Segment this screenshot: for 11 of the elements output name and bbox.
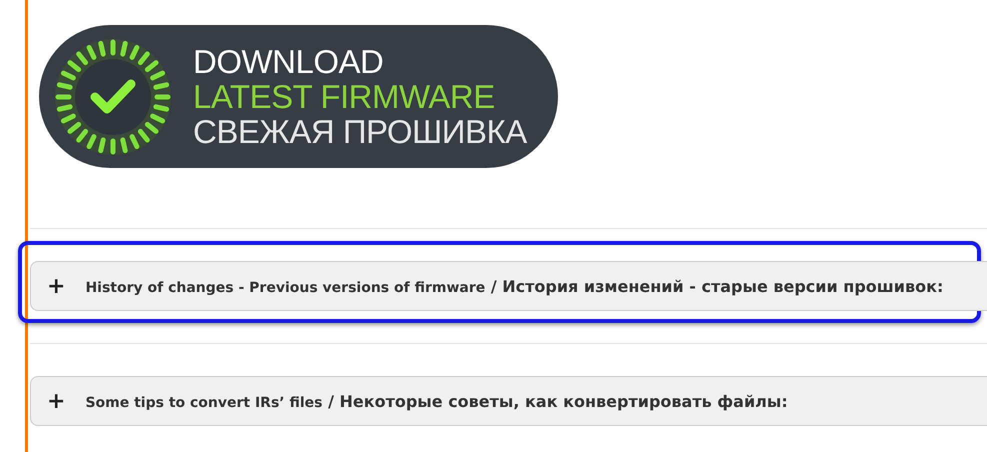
banner-text: LATEST FIRMWARE xyxy=(193,79,496,114)
section-title: History of changes - Previous versions of firmware / История изменений - старые версии прошивок: xyxy=(85,276,944,296)
download-banner[interactable]: DOWNLOAD LATEST FIRMWARE СВЕЖАЯ ПРОШИВКА xyxy=(39,25,558,168)
banner-text: DOWNLOAD xyxy=(193,44,384,79)
accordion-header[interactable]: + Some tips to convert IRs’ files / Некоторые советы, как конвертировать файлы: xyxy=(30,376,987,426)
section-title: Some tips to convert IRs’ files / Некоторые советы, как конвертировать файлы: xyxy=(85,392,788,410)
check-ring-icon xyxy=(53,36,173,156)
accordion-header[interactable]: + History of changes - Previous versions of firmware / История изменений - старые версии прошивок: xyxy=(30,261,987,311)
plus-icon: + xyxy=(47,274,66,298)
banner-text: СВЕЖАЯ ПРОШИВКА xyxy=(193,114,527,149)
plus-icon: + xyxy=(47,388,66,414)
